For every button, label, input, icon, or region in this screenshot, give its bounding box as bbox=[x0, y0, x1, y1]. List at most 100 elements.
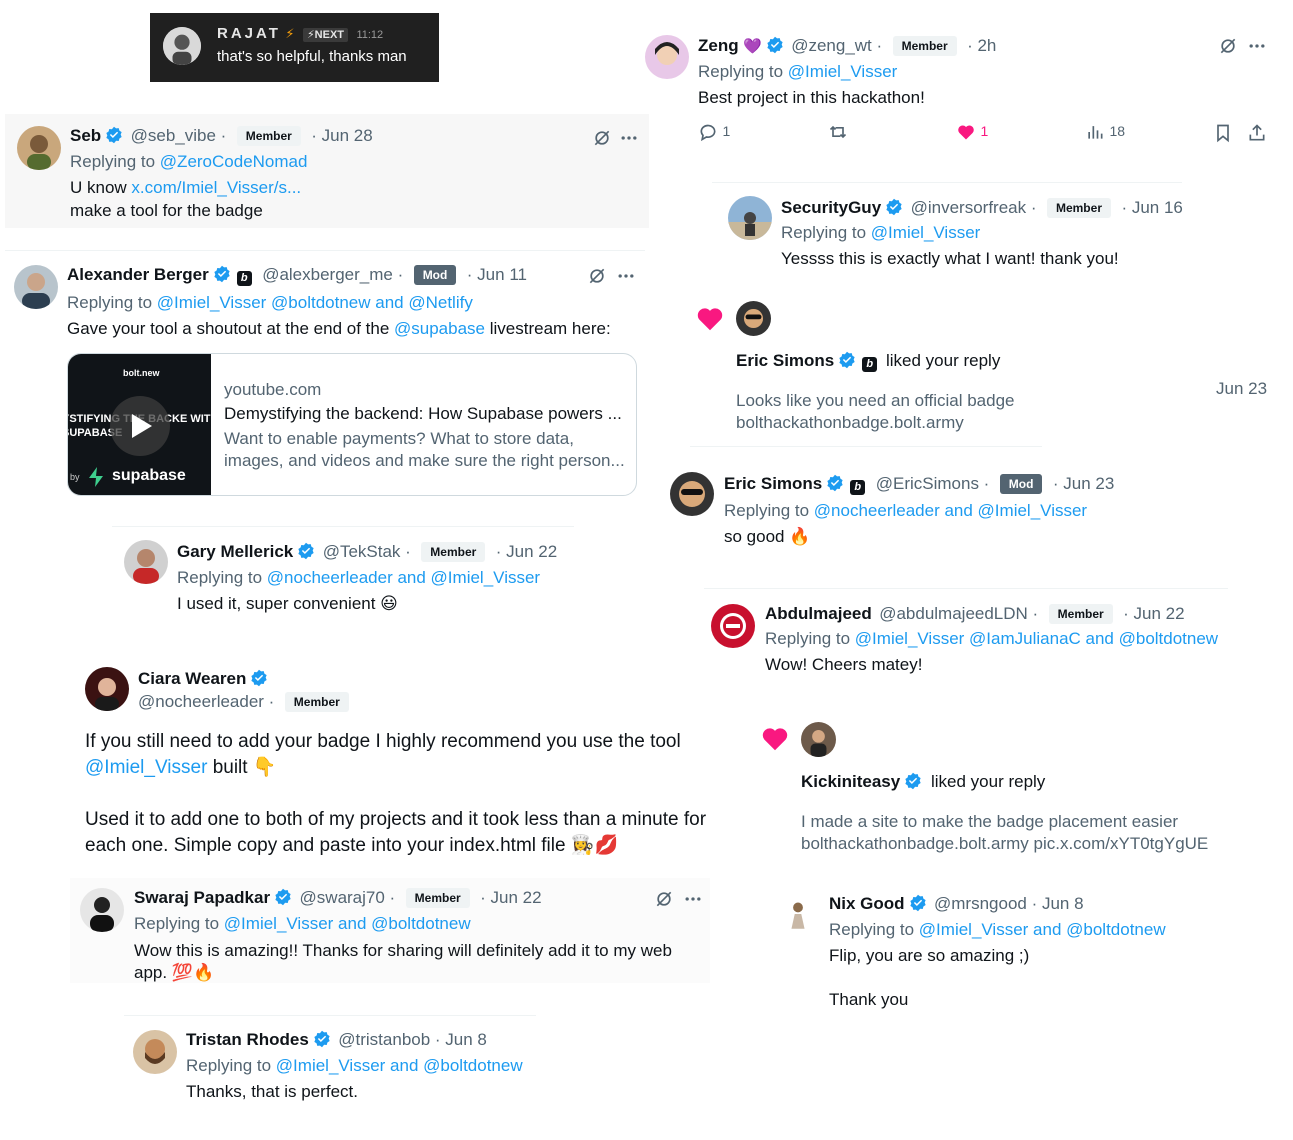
tweet-text: so good 🔥 bbox=[724, 527, 811, 546]
replying-to-link[interactable]: @nocheerleader and @Imiel_Visser bbox=[267, 568, 540, 587]
replying-label: Replying to bbox=[765, 629, 851, 648]
play-triangle-icon bbox=[132, 414, 152, 438]
reply-action[interactable]: 1 bbox=[698, 122, 730, 142]
replying-label: Replying to bbox=[67, 293, 153, 312]
replying-to-link[interactable]: @Imiel_Visser @IamJulianaC and @boltdotn… bbox=[855, 629, 1218, 648]
tweet-text-suffix: livestream here: bbox=[489, 319, 611, 338]
bookmark-icon[interactable] bbox=[1213, 123, 1233, 143]
tweet-gary[interactable]: Gary Mellerick @TekStak · Member · Jun 2… bbox=[112, 530, 652, 620]
tweet-date[interactable]: · Jun 22 bbox=[480, 888, 541, 907]
author-name[interactable]: Nix Good bbox=[829, 894, 905, 913]
replying-to-link[interactable]: @Imiel_Visser and @boltdotnew bbox=[276, 1056, 523, 1075]
tweet-abdul[interactable]: Abdulmajeed @abdulmajeedLDN · Member · J… bbox=[705, 594, 1280, 684]
liker-name[interactable]: Kickiniteasy bbox=[801, 772, 900, 791]
author-name[interactable]: Zeng bbox=[698, 36, 739, 55]
tweet-tristan[interactable]: Tristan Rhodes @tristanbob · Jun 8 Reply… bbox=[124, 1020, 624, 1110]
tweet-link[interactable]: x.com/Imiel_Visser/s... bbox=[131, 178, 301, 197]
author-handle[interactable]: @tristanbob · Jun 8 bbox=[338, 1030, 487, 1049]
grok-icon[interactable] bbox=[592, 128, 612, 148]
heart-filled-icon bbox=[958, 125, 974, 140]
tweet-date[interactable]: · Jun 23 bbox=[1053, 474, 1114, 493]
more-icon[interactable] bbox=[683, 889, 703, 909]
author-handle[interactable]: @alexberger_me · bbox=[262, 265, 403, 284]
verified-icon bbox=[106, 126, 122, 144]
author-handle[interactable]: @nocheerleader · bbox=[138, 692, 274, 711]
tweet-zeng[interactable]: Zeng 💜 @zeng_wt · Member · 2h Replying t… bbox=[640, 28, 1280, 158]
replying-to-link[interactable]: @Imiel_Visser bbox=[871, 223, 981, 242]
tweet-date[interactable]: · Jun 22 bbox=[1123, 604, 1184, 623]
author-handle[interactable]: @EricSimons · bbox=[876, 474, 990, 493]
author-name[interactable]: SecurityGuy bbox=[781, 198, 881, 217]
like-action[interactable]: 1 bbox=[956, 122, 988, 142]
member-badge: Member bbox=[284, 692, 349, 712]
reply-icon bbox=[700, 124, 716, 142]
author-name[interactable]: Abdulmajeed bbox=[765, 604, 872, 623]
author-handle[interactable]: @zeng_wt · bbox=[791, 36, 882, 55]
tweet-date[interactable]: · Jun 28 bbox=[311, 126, 372, 145]
tweet-securityguy[interactable]: SecurityGuy @inversorfreak · Member · Ju… bbox=[720, 186, 1280, 276]
liked-tweet-line2: bolthackathonbadge.bolt.army pic.x.com/x… bbox=[801, 834, 1209, 853]
liked-tweet-line2: bolthackathonbadge.bolt.army bbox=[736, 413, 964, 432]
author-name[interactable]: Ciara Wearen bbox=[138, 669, 246, 688]
tweet-date[interactable]: · 2h bbox=[967, 36, 996, 55]
tweet-date[interactable]: · Jun 16 bbox=[1121, 198, 1182, 217]
author-name[interactable]: Alexander Berger bbox=[67, 265, 209, 284]
divider bbox=[712, 182, 1182, 183]
author-handle[interactable]: @mrsngood · Jun 8 bbox=[934, 894, 1084, 913]
share-icon[interactable] bbox=[1247, 123, 1267, 143]
author-name[interactable]: Gary Mellerick bbox=[177, 542, 293, 561]
mod-badge: Mod bbox=[413, 265, 457, 285]
liker-name[interactable]: Eric Simons bbox=[736, 351, 834, 370]
replying-to-link[interactable]: @Imiel_Visser @boltdotnew and @Netlify bbox=[157, 293, 473, 312]
tweet-text: Thanks, that is perfect. bbox=[186, 1082, 358, 1101]
author-handle[interactable]: @inversorfreak · bbox=[911, 198, 1037, 217]
more-icon[interactable] bbox=[1247, 36, 1267, 56]
verified-icon bbox=[214, 265, 230, 283]
more-icon[interactable] bbox=[616, 266, 636, 286]
author-handle[interactable]: @TekStak · bbox=[323, 542, 411, 561]
verified-icon bbox=[298, 542, 314, 560]
like-notification-kickiniteasy[interactable]: Kickiniteasy liked your reply I made a s… bbox=[755, 716, 1280, 856]
replying-to-link[interactable]: @Imiel_Visser and @boltdotnew bbox=[919, 920, 1166, 939]
replying-to-link[interactable]: @Imiel_Visser bbox=[788, 62, 898, 81]
tweet-date[interactable]: · Jun 11 bbox=[467, 265, 527, 284]
more-icon[interactable] bbox=[619, 128, 639, 148]
author-name[interactable]: Seb bbox=[70, 126, 101, 145]
tweet-text: Wow this is amazing!! Thanks for sharing… bbox=[134, 941, 672, 982]
replying-label: Replying to bbox=[186, 1056, 272, 1075]
grok-icon[interactable] bbox=[654, 889, 674, 909]
tweet-nix[interactable]: Nix Good @mrsngood · Jun 8 Replying to @… bbox=[775, 884, 1280, 1019]
tweet-ciara[interactable]: Ciara Wearen @nocheerleader · Member If … bbox=[80, 662, 710, 862]
tweet-date[interactable]: · Jun 22 bbox=[496, 542, 557, 561]
retweet-action[interactable] bbox=[828, 122, 848, 142]
replying-to-link[interactable]: @Imiel_Visser and @boltdotnew bbox=[224, 914, 471, 933]
mention-link[interactable]: @Imiel_Visser bbox=[85, 757, 207, 778]
replying-to-link[interactable]: @ZeroCodeNomad bbox=[160, 152, 308, 171]
views-action[interactable]: 18 bbox=[1085, 122, 1125, 142]
bolt-affiliate-icon: b bbox=[862, 357, 878, 372]
author-handle[interactable]: @seb_vibe · bbox=[131, 126, 227, 145]
verified-icon bbox=[886, 198, 902, 216]
tweet-alexander[interactable]: Alexander Berger b @alexberger_me · Mod ·… bbox=[5, 255, 649, 505]
member-badge: Member bbox=[236, 126, 301, 146]
like-notification-eric[interactable]: Eric Simons b liked your reply Jun 23 Loo… bbox=[690, 298, 1280, 438]
author-name[interactable]: Eric Simons bbox=[724, 474, 822, 493]
replying-to-link[interactable]: @nocheerleader and @Imiel_Visser bbox=[814, 501, 1087, 520]
author-name[interactable]: Swaraj Papadkar bbox=[134, 888, 270, 907]
grok-icon[interactable] bbox=[1218, 36, 1238, 56]
notification-toast[interactable]: RAJAT ⚡ ⚡NEXT 11:12 that's so helpful, t… bbox=[150, 13, 439, 82]
grok-icon[interactable] bbox=[587, 266, 607, 286]
avatar bbox=[133, 1030, 177, 1074]
tweet-swaraj[interactable]: Swaraj Papadkar @swaraj70 · Member · Jun… bbox=[70, 878, 710, 983]
verified-icon bbox=[314, 1030, 330, 1048]
replying-label: Replying to bbox=[724, 501, 810, 520]
tweet-eric[interactable]: Eric Simons b @EricSimons · Mod · Jun 23 … bbox=[665, 462, 1280, 552]
link-card[interactable]: bolt.new YSTIFYING THE BACKE WITH SUPABA… bbox=[67, 353, 637, 496]
author-handle[interactable]: @abdulmajeedLDN · bbox=[879, 604, 1038, 623]
tweet-seb[interactable]: Seb @seb_vibe · Member · Jun 28 Replying… bbox=[5, 114, 649, 228]
mention-link[interactable]: @supabase bbox=[394, 319, 485, 338]
author-handle[interactable]: @swaraj70 · bbox=[300, 888, 396, 907]
author-name[interactable]: Tristan Rhodes bbox=[186, 1030, 309, 1049]
avatar bbox=[85, 667, 129, 711]
member-badge: Member bbox=[1046, 198, 1111, 218]
